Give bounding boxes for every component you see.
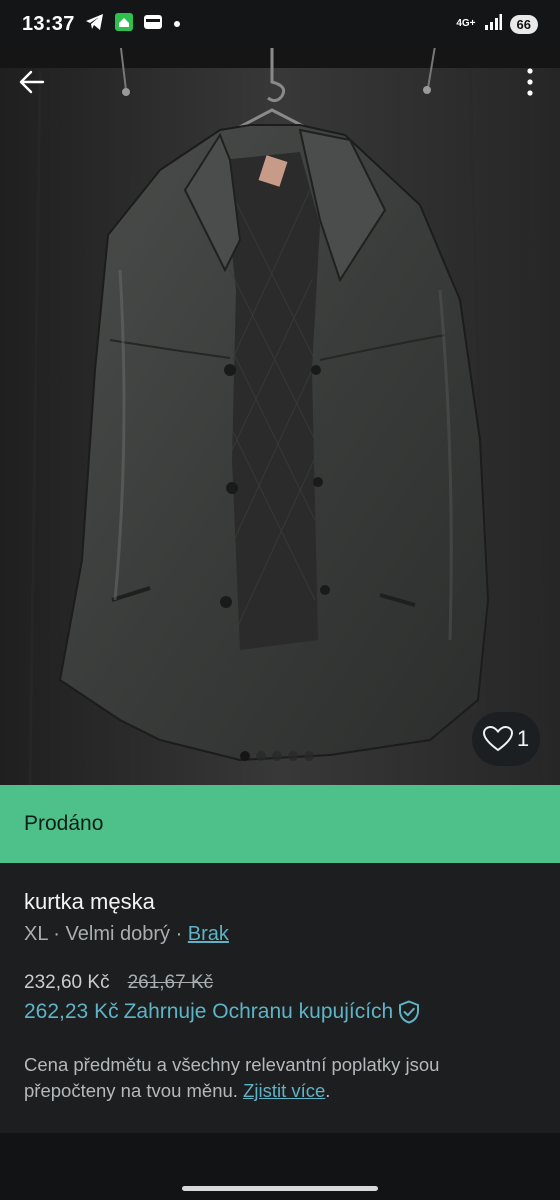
status-bar: 13:37 4G+ 66 xyxy=(0,0,560,48)
currency-note: Cena předmětu a všechny relevantní popla… xyxy=(24,1052,524,1104)
item-photo[interactable] xyxy=(0,40,560,785)
buyer-protection-label: Zahrnuje Ochranu kupujících xyxy=(123,1000,394,1023)
more-options-button[interactable] xyxy=(518,62,542,102)
signal-icon xyxy=(484,13,502,35)
favorite-button[interactable]: 1 xyxy=(472,712,540,766)
original-price: 261,67 Kč xyxy=(127,972,214,993)
telegram-icon xyxy=(85,13,105,36)
brand-link[interactable]: Brak xyxy=(188,923,229,945)
total-price: 262,23 Kč xyxy=(24,1000,119,1023)
home-app-icon xyxy=(114,12,133,36)
item-size: XL xyxy=(24,923,48,945)
status-time: 13:37 xyxy=(22,12,75,35)
status-notification-icons xyxy=(85,12,181,36)
heart-icon xyxy=(482,726,513,752)
price-row: 232,60 Kč 261,67 Kč xyxy=(24,972,536,994)
photo-dot[interactable] xyxy=(272,751,282,761)
item-condition: Velmi dobrý xyxy=(65,923,171,945)
currency-note-text: Cena předmětu a všechny relevantní popla… xyxy=(24,1054,440,1101)
like-count: 1 xyxy=(516,726,530,751)
sold-banner: Prodáno xyxy=(0,785,560,863)
notification-dot-icon xyxy=(173,15,181,33)
jacket-photo-illustration xyxy=(0,40,560,785)
meta-separator: · xyxy=(170,923,188,945)
item-meta: XL · Velmi dobrý · Brak xyxy=(24,923,536,946)
item-price: 232,60 Kč xyxy=(24,972,110,993)
photo-dot[interactable] xyxy=(240,751,250,761)
shield-check-icon xyxy=(399,1000,420,1024)
network-type-label: 4G+ xyxy=(456,18,476,29)
note-period: . xyxy=(325,1080,331,1101)
status-system-icons: 4G+ 66 xyxy=(456,13,538,35)
back-arrow-icon xyxy=(19,70,45,94)
more-vertical-icon xyxy=(527,68,533,96)
item-title: kurtka męska xyxy=(24,889,155,914)
battery-indicator: 66 xyxy=(509,14,538,34)
meta-separator: · xyxy=(47,923,66,945)
photo-pagination xyxy=(240,751,314,761)
learn-more-link[interactable]: Zjistit více xyxy=(243,1080,325,1101)
item-details: kurtka męska XL · Velmi dobrý · Brak 232… xyxy=(0,863,560,1133)
gesture-nav-handle[interactable] xyxy=(182,1186,378,1191)
wallet-icon xyxy=(143,14,163,35)
photo-dot[interactable] xyxy=(256,751,266,761)
sold-label: Prodáno xyxy=(24,812,104,835)
photo-dot[interactable] xyxy=(288,751,298,761)
photo-dot[interactable] xyxy=(304,751,314,761)
buyer-protection-link[interactable]: 262,23 Kč Zahrnuje Ochranu kupujících xyxy=(24,1000,536,1024)
back-button[interactable] xyxy=(14,64,50,100)
